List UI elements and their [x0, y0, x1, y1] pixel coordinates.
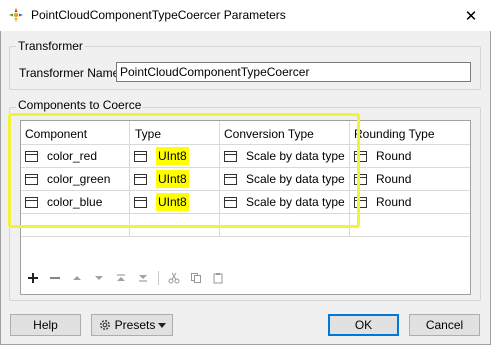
table-toolbar: [22, 268, 229, 288]
cell-edit-icon: [354, 196, 367, 208]
cut-icon[interactable]: [163, 268, 185, 288]
cell-edit-icon: [25, 173, 38, 185]
transformer-name-label: Transformer Name:: [19, 66, 123, 80]
type-value: UInt8: [156, 147, 189, 165]
column-header-conversion-type[interactable]: Conversion Type: [224, 127, 314, 141]
column-header-rounding-type[interactable]: Rounding Type: [354, 127, 435, 141]
component-name: color_red: [47, 149, 98, 163]
chevron-down-icon: [158, 322, 167, 328]
type-cell[interactable]: UInt8: [134, 168, 189, 190]
add-icon[interactable]: [22, 268, 44, 288]
transformer-name-input[interactable]: PointCloudComponentTypeCoercer: [116, 62, 471, 82]
component-name: color_blue: [47, 195, 103, 209]
cell-edit-icon: [224, 150, 237, 162]
rounding-cell[interactable]: Round: [354, 145, 411, 167]
rounding-value: Round: [376, 149, 412, 163]
presets-button[interactable]: Presets: [91, 314, 173, 336]
move-top-icon[interactable]: [110, 268, 132, 288]
table-row[interactable]: color_green UInt8 Scale by data type Rou…: [21, 168, 470, 191]
move-up-icon[interactable]: [66, 268, 88, 288]
gear-icon: [99, 320, 110, 330]
type-cell[interactable]: UInt8: [134, 191, 189, 213]
conversion-value: Scale by data type: [246, 172, 345, 186]
cell-edit-icon: [25, 150, 38, 162]
conversion-value: Scale by data type: [246, 149, 345, 163]
rounding-value: Round: [376, 195, 412, 209]
close-icon[interactable]: ✕: [451, 0, 491, 31]
table-row[interactable]: color_blue UInt8 Scale by data type Roun…: [21, 191, 470, 214]
move-down-icon[interactable]: [88, 268, 110, 288]
app-icon: [9, 8, 23, 22]
table-header: Component Type Conversion Type Rounding …: [21, 121, 470, 145]
help-button[interactable]: Help: [10, 314, 81, 336]
cancel-button[interactable]: Cancel: [409, 314, 480, 336]
move-bottom-icon[interactable]: [132, 268, 154, 288]
cell-edit-icon: [354, 173, 367, 185]
component-name: color_green: [47, 172, 111, 186]
rounding-cell[interactable]: Round: [354, 191, 411, 213]
transformer-group-label: Transformer: [16, 39, 85, 53]
conversion-cell[interactable]: Scale by data type: [224, 145, 345, 167]
rounding-value: Round: [376, 172, 412, 186]
component-cell[interactable]: color_blue: [25, 191, 102, 213]
cell-edit-icon: [134, 150, 147, 162]
component-cell[interactable]: color_green: [25, 168, 110, 190]
cell-edit-icon: [134, 196, 147, 208]
toolbar-separator: [158, 271, 159, 285]
remove-icon[interactable]: [44, 268, 66, 288]
title-bar: PointCloudComponentTypeCoercer Parameter…: [0, 0, 491, 31]
cell-edit-icon: [25, 196, 38, 208]
type-value: UInt8: [156, 170, 189, 188]
ok-button[interactable]: OK: [328, 314, 399, 336]
presets-label: Presets: [114, 318, 156, 332]
components-group-label: Components to Coerce: [16, 98, 144, 112]
type-cell[interactable]: UInt8: [134, 145, 189, 167]
cell-edit-icon: [224, 173, 237, 185]
window-title: PointCloudComponentTypeCoercer Parameter…: [31, 8, 286, 22]
cell-edit-icon: [354, 150, 367, 162]
cell-edit-icon: [134, 173, 147, 185]
conversion-cell[interactable]: Scale by data type: [224, 168, 345, 190]
column-header-type[interactable]: Type: [135, 127, 161, 141]
paste-icon[interactable]: [207, 268, 229, 288]
table-row-empty[interactable]: [21, 214, 470, 237]
component-cell[interactable]: color_red: [25, 145, 97, 167]
conversion-cell[interactable]: Scale by data type: [224, 191, 345, 213]
conversion-value: Scale by data type: [246, 195, 345, 209]
copy-icon[interactable]: [185, 268, 207, 288]
cell-edit-icon: [224, 196, 237, 208]
column-header-component[interactable]: Component: [25, 127, 87, 141]
table-row[interactable]: color_red UInt8 Scale by data type Round: [21, 145, 470, 168]
type-value: UInt8: [156, 193, 189, 211]
rounding-cell[interactable]: Round: [354, 168, 411, 190]
